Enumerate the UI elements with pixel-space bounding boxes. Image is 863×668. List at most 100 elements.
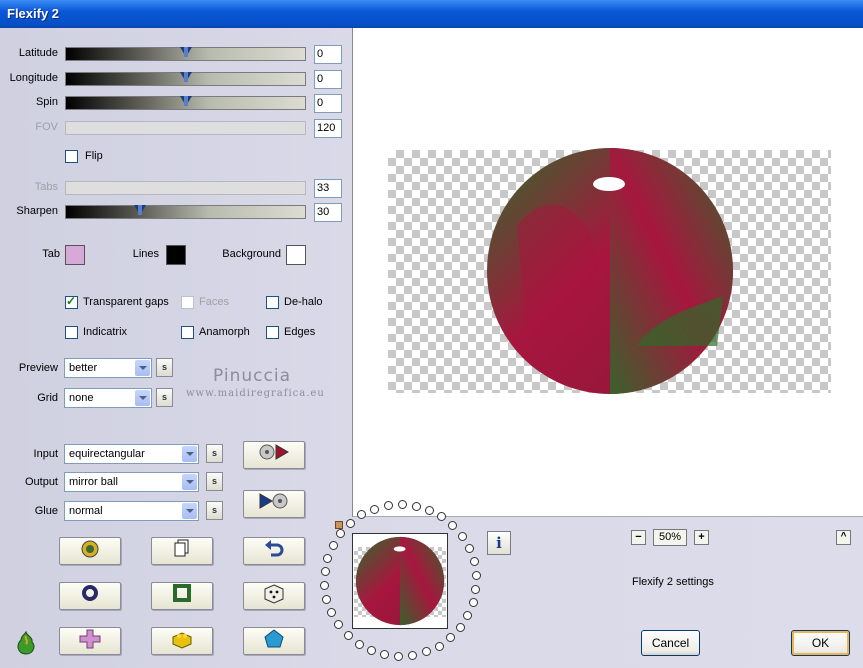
longitude-slider[interactable] (65, 72, 306, 86)
preview-quality-value: better (69, 362, 98, 374)
transparent-gaps-checkbox[interactable] (65, 294, 78, 309)
chevron-down-icon[interactable] (182, 503, 197, 519)
copy-button[interactable] (151, 537, 213, 565)
output-s-button[interactable]: s (206, 472, 223, 491)
spin-field[interactable]: 0 (314, 94, 342, 113)
navigator-dot[interactable] (455, 623, 465, 633)
longitude-slider-thumb[interactable] (179, 72, 192, 82)
lines-color-label: Lines (132, 248, 159, 260)
info-button[interactable]: i (487, 531, 511, 555)
glue-value: normal (69, 505, 103, 517)
glue-s-button[interactable]: s (206, 501, 223, 520)
input-projection-select[interactable]: equirectangular (64, 444, 199, 464)
title-bar: Flexify 2 (0, 0, 863, 28)
edges-checkbox[interactable] (266, 326, 279, 339)
ok-button[interactable]: OK (791, 630, 850, 656)
chevron-down-icon[interactable] (135, 360, 150, 376)
navigator-dot[interactable] (346, 518, 356, 528)
settings-action-button[interactable] (59, 537, 121, 565)
swap-input-button[interactable] (243, 441, 305, 469)
undo-button[interactable] (243, 537, 305, 565)
input-s-button[interactable]: s (206, 444, 223, 463)
grid-s-button[interactable]: s (156, 388, 173, 407)
latitude-slider-thumb[interactable] (179, 47, 192, 57)
navigator-dot[interactable] (464, 543, 474, 553)
reset-button[interactable] (59, 582, 121, 610)
preview-quality-select[interactable]: better (64, 358, 152, 378)
collapse-button[interactable]: ^ (836, 530, 851, 545)
navigator-dot[interactable] (323, 553, 333, 563)
cancel-button[interactable]: Cancel (641, 630, 700, 656)
grid-select[interactable]: none (64, 388, 152, 408)
plus-shape-button[interactable] (59, 627, 121, 655)
navigator-dot[interactable] (320, 567, 330, 577)
info-icon: i (496, 534, 502, 552)
navigator-thumbnail[interactable] (352, 533, 448, 629)
navigator-dot[interactable] (411, 501, 421, 511)
flip-checkbox[interactable] (65, 150, 78, 163)
background-color-label: Background (222, 248, 281, 260)
latitude-slider[interactable] (65, 47, 306, 61)
navigator-dot[interactable] (370, 504, 380, 514)
background-color-swatch[interactable] (286, 245, 306, 265)
watermark-url: www.maidiregrafica.eu (186, 388, 325, 399)
anamorph-checkbox[interactable] (181, 326, 194, 339)
flip-label: Flip (85, 150, 103, 162)
longitude-field[interactable]: 0 (314, 70, 342, 89)
zoom-out-button[interactable]: − (631, 530, 646, 545)
sharpen-field[interactable]: 30 (314, 203, 342, 222)
preview-s-button[interactable]: s (156, 358, 173, 377)
output-label: Output (24, 476, 58, 488)
navigator-dot[interactable] (397, 500, 407, 510)
chevron-down-icon[interactable] (135, 390, 150, 406)
pentagon-button[interactable] (243, 627, 305, 655)
chevron-down-icon[interactable] (182, 474, 197, 490)
sharpen-slider[interactable] (65, 205, 306, 219)
navigator-dot[interactable] (383, 500, 393, 510)
anamorph-label: Anamorph (199, 326, 250, 338)
chevron-down-icon[interactable] (182, 446, 197, 462)
navigator-dot[interactable] (343, 630, 353, 640)
indicatrix-checkbox[interactable] (65, 326, 78, 339)
tab-color-swatch[interactable] (65, 245, 85, 265)
ring-icon (60, 583, 120, 609)
zoom-level: 50% (653, 529, 687, 546)
disc-play-icon (244, 442, 304, 468)
sharpen-label: Sharpen (16, 205, 58, 217)
faces-label: Faces (199, 296, 229, 308)
gear-globe-icon (60, 538, 120, 564)
brick-button[interactable] (151, 627, 213, 655)
play-disc-icon (244, 491, 304, 517)
input-projection-value: equirectangular (69, 448, 145, 460)
output-projection-select[interactable]: mirror ball (64, 472, 199, 492)
flaming-pear-logo-icon (13, 630, 39, 656)
navigator-dot[interactable] (354, 639, 364, 649)
preview-quality-label: Preview (18, 362, 58, 374)
faces-checkbox (181, 296, 194, 309)
swap-output-button[interactable] (243, 490, 305, 518)
navigator-handle[interactable] (335, 521, 343, 529)
preview-canvas[interactable] (352, 28, 863, 517)
sharpen-slider-thumb[interactable] (134, 205, 147, 215)
navigator-dot[interactable] (434, 641, 444, 651)
tab-color-label: Tab (42, 248, 60, 260)
latitude-label: Latitude (18, 47, 58, 59)
undo-arrow-icon (244, 538, 304, 564)
navigator-dot[interactable] (425, 505, 435, 515)
random-settings-button[interactable] (243, 582, 305, 610)
brick-icon (152, 628, 212, 654)
lines-color-swatch[interactable] (166, 245, 186, 265)
navigator-dot[interactable] (457, 531, 467, 541)
navigator-dot[interactable] (469, 556, 479, 566)
navigator-dot[interactable] (471, 570, 481, 580)
glue-select[interactable]: normal (64, 501, 199, 521)
zoom-in-button[interactable]: + (694, 530, 709, 545)
dehalo-checkbox[interactable] (266, 296, 279, 309)
longitude-label: Longitude (9, 72, 58, 84)
frame-button[interactable] (151, 582, 213, 610)
navigator-dot[interactable] (328, 540, 338, 550)
spin-slider-thumb[interactable] (179, 96, 192, 106)
latitude-field[interactable]: 0 (314, 45, 342, 64)
fov-label: FOV (35, 121, 58, 133)
spin-slider[interactable] (65, 96, 306, 110)
